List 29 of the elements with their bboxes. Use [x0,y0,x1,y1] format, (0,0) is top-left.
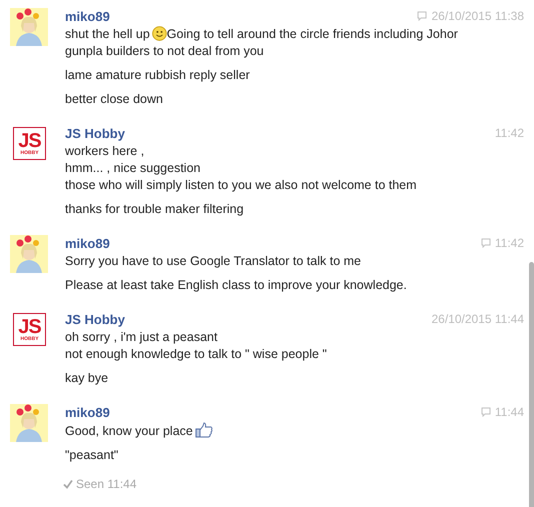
message-text: shut the hell up Going to tell around the circle friends including Johor gunpla builders to not deal from you [65,26,459,60]
seen-status: Seen 11:44 [76,477,136,491]
message-text: "peasant" [65,447,120,464]
timestamp: 11:42 [494,126,524,140]
timestamp: 11:44 [494,405,524,419]
message-text: Please at least take English class to improve your knowledge. [65,277,408,294]
message-text: Good, know your place [65,422,485,440]
check-icon [63,479,73,489]
smiley-icon [152,26,167,41]
sender-name[interactable]: JS Hobby [65,126,125,140]
timestamp: 26/10/2015 11:44 [431,312,524,326]
speech-bubble-icon [480,238,491,248]
message-text: thanks for trouble maker filtering [65,201,245,218]
message-text: Sorry you have to use Google Translator to talk to me [65,253,362,270]
sender-name[interactable]: JS Hobby [65,312,125,326]
timestamp: 11:42 [494,236,524,250]
message-text: kay bye [65,370,110,387]
thumbs-up-icon [194,422,213,438]
message-text: better close down [65,91,164,108]
message-text: lame amature rubbish reply seller [65,67,251,84]
sender-name[interactable]: miko89 [65,8,110,24]
message-text: workers here , hmm... , nice suggestion those who will simply listen to you we also not welcome to them [65,143,418,194]
speech-bubble-icon [480,407,491,417]
speech-bubble-icon [417,11,428,21]
scrollbar[interactable] [529,262,534,507]
sender-name[interactable]: miko89 [65,404,110,420]
sender-name[interactable]: miko89 [65,236,110,250]
timestamp: 26/10/2015 11:38 [431,9,524,23]
message-text: oh sorry , i'm just a peasant not enough knowledge to talk to " wise people " [65,329,328,363]
